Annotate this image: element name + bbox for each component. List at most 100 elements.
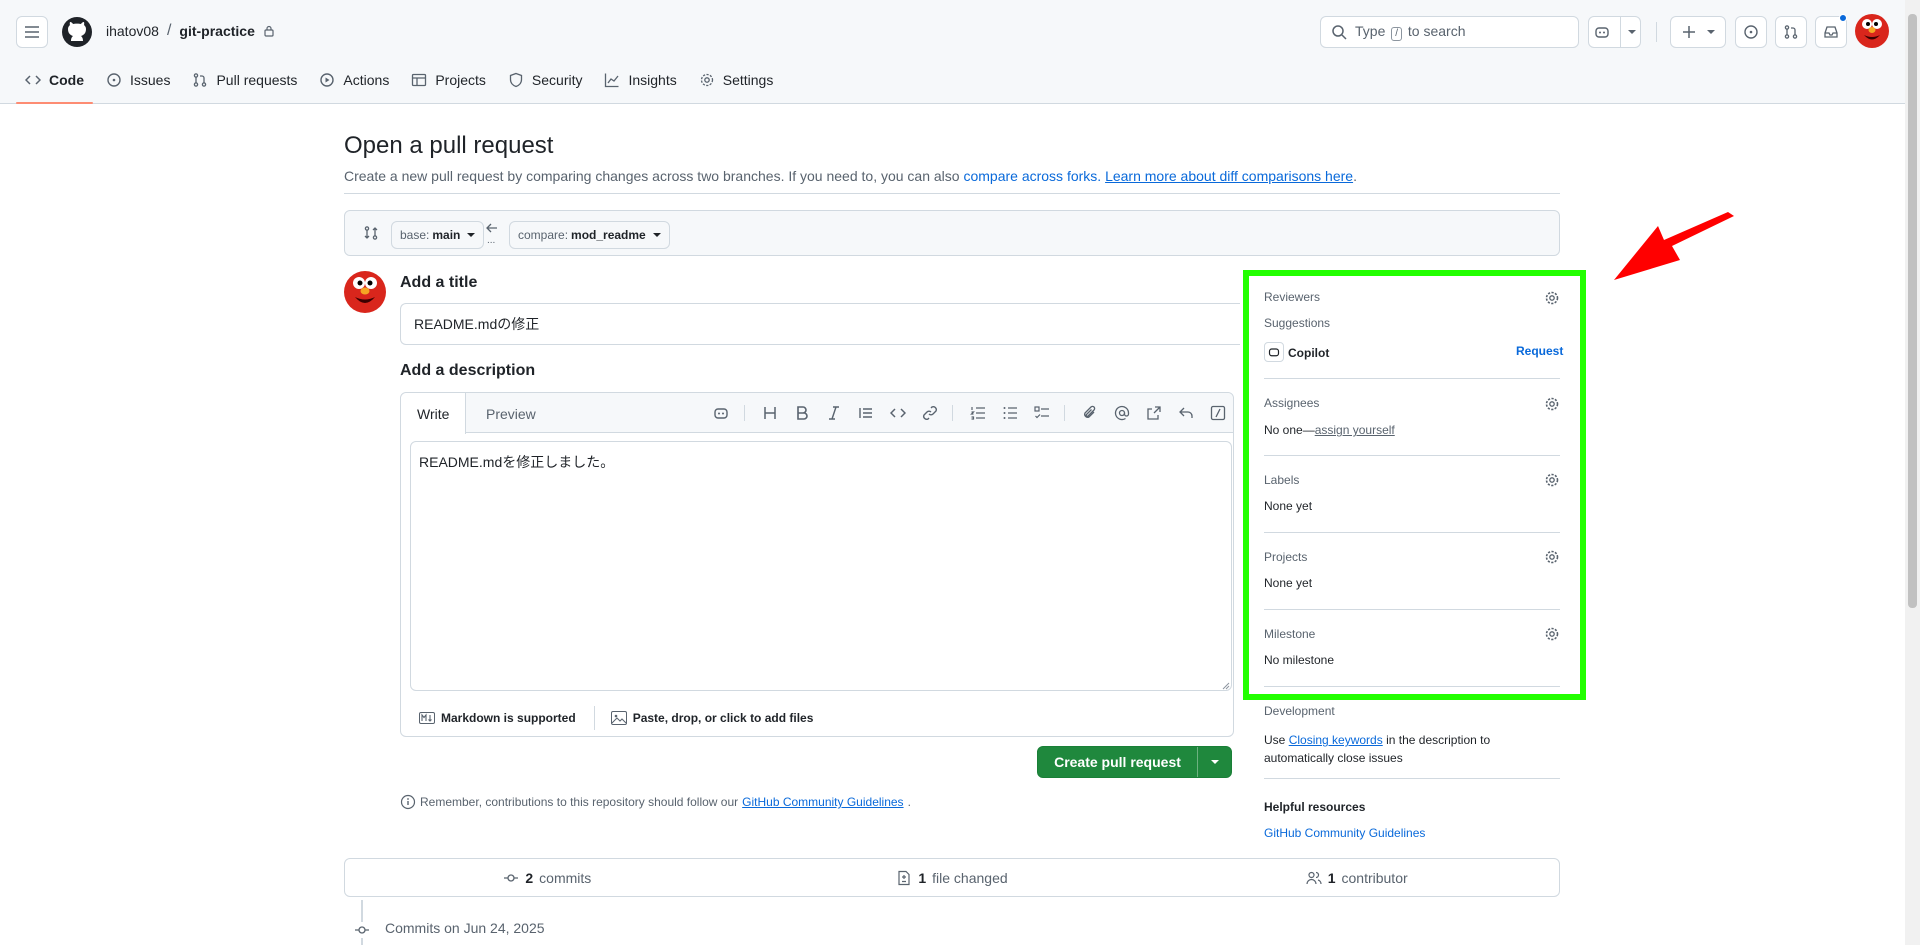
file-diff-icon [898, 870, 910, 885]
helpful-guidelines-link[interactable]: GitHub Community Guidelines [1264, 826, 1425, 840]
code-icon[interactable] [890, 405, 906, 421]
cross-reference-icon[interactable] [1146, 405, 1162, 421]
markdown-label: Markdown is supported [441, 711, 576, 725]
files-stat[interactable]: 1 file changed [750, 859, 1155, 896]
remember-text: Remember, contributions to this reposito… [420, 795, 739, 809]
markdown-supported-link[interactable]: Markdown is supported [401, 706, 595, 730]
heading-icon[interactable] [762, 405, 778, 421]
subtitle-text: Create a new pull request by comparing c… [344, 168, 960, 184]
quote-icon[interactable] [858, 405, 874, 421]
create-pr-dropdown[interactable] [1198, 747, 1231, 777]
hamburger-icon [25, 26, 39, 38]
comparison-stats-bar: 2 commits 1 file changed 1 contributor [344, 858, 1560, 897]
helpful-resources-heading: Helpful resources [1264, 800, 1366, 814]
attach-label: Paste, drop, or click to add files [632, 711, 814, 725]
page-subtitle: Create a new pull request by comparing c… [344, 168, 1357, 184]
tab-projects[interactable]: Projects [402, 64, 495, 96]
markdown-icon [419, 712, 435, 724]
search-prefix: Type [1355, 23, 1386, 39]
tasklist-icon[interactable] [1034, 405, 1050, 421]
description-editor: Write Preview README.mdを修正しました。 Markdown… [400, 392, 1234, 737]
compare-branch-select[interactable]: compare: mod_readme [509, 221, 670, 249]
copilot-icon [1594, 27, 1609, 38]
search-suffix: to search [1407, 23, 1466, 39]
compare-forks-link[interactable]: compare across forks. [963, 168, 1101, 184]
tab-label: Pull requests [216, 72, 298, 88]
italic-icon[interactable] [826, 405, 842, 421]
write-tab[interactable]: Write [401, 393, 467, 434]
tab-insights[interactable]: Insights [595, 64, 685, 96]
tab-security[interactable]: Security [499, 64, 592, 96]
closing-keywords-link[interactable]: Closing keywords [1289, 733, 1383, 747]
chevron-down-icon [1210, 760, 1219, 764]
search-input[interactable]: Type / to search [1320, 16, 1579, 48]
create-pr-main[interactable]: Create pull request [1038, 747, 1198, 777]
description-textarea[interactable]: README.mdを修正しました。 [410, 441, 1232, 691]
graph-icon [605, 73, 619, 88]
tab-label: Issues [130, 72, 171, 88]
search-icon [1332, 25, 1347, 40]
resize-handle-icon[interactable] [1222, 682, 1230, 690]
paperclip-icon[interactable] [1082, 405, 1098, 421]
tab-issues[interactable]: Issues [97, 64, 179, 96]
range-dots: ... [487, 235, 496, 246]
commits-date-heading: Commits on Jun 24, 2025 [385, 920, 545, 936]
bold-icon[interactable] [794, 405, 810, 421]
preview-tab[interactable]: Preview [470, 393, 552, 434]
repo-owner-link[interactable]: ihatov08 [106, 23, 159, 39]
tab-label: Code [49, 72, 84, 88]
copilot-icon[interactable] [713, 405, 729, 421]
reply-icon[interactable] [1178, 405, 1194, 421]
attach-files-button[interactable]: Paste, drop, or click to add files [595, 711, 830, 725]
copilot-button[interactable] [1588, 16, 1641, 48]
pull-requests-button[interactable] [1775, 16, 1807, 48]
scrollbar-thumb[interactable] [1908, 14, 1917, 608]
menu-button[interactable] [16, 16, 48, 48]
description-value: README.mdを修正しました。 [419, 454, 615, 470]
tab-settings[interactable]: Settings [690, 64, 783, 96]
pr-title-input[interactable]: README.mdの修正 [400, 303, 1240, 345]
tab-code[interactable]: Code [16, 64, 93, 104]
repo-name-link[interactable]: git-practice [179, 23, 254, 39]
link-icon[interactable] [922, 405, 938, 421]
dev-use: Use [1264, 733, 1286, 747]
page-scrollbar[interactable] [1905, 0, 1920, 945]
contributors-count: 1 [1327, 869, 1336, 886]
create-pull-request-button[interactable]: Create pull request [1037, 746, 1232, 778]
guidelines-link[interactable]: GitHub Community Guidelines [742, 795, 903, 809]
shield-icon [509, 72, 523, 88]
title-heading: Add a title [400, 274, 478, 291]
create-new-button[interactable] [1670, 16, 1726, 48]
issues-button[interactable] [1735, 16, 1767, 48]
mention-icon[interactable] [1114, 405, 1130, 421]
ordered-list-icon[interactable] [970, 405, 986, 421]
chevron-down-icon [1707, 30, 1715, 34]
commits-stat[interactable]: 2 commits [345, 859, 750, 896]
tab-pull-requests[interactable]: Pull requests [183, 64, 306, 96]
contributors-stat[interactable]: 1 contributor [1154, 859, 1559, 896]
toolbar-divider [952, 405, 953, 421]
contributors-label: contributor [1341, 869, 1408, 886]
people-icon [1306, 871, 1322, 884]
breadcrumb: ihatov08 / git-practice [106, 22, 275, 40]
slash-command-icon[interactable] [1210, 405, 1226, 421]
divider [344, 193, 1560, 194]
gear-icon [700, 73, 713, 87]
base-label: base: [400, 228, 430, 242]
tab-label: Projects [435, 72, 486, 88]
repo-header: ihatov08 / git-practice Type / to search [0, 0, 1920, 104]
unordered-list-icon[interactable] [1002, 405, 1018, 421]
info-icon [400, 794, 416, 810]
base-branch-value: main [432, 228, 461, 242]
tab-label: Insights [628, 72, 677, 88]
base-branch-select[interactable]: base: main [391, 221, 485, 249]
tab-actions[interactable]: Actions [310, 64, 398, 96]
learn-more-link[interactable]: Learn more about diff comparisons here [1105, 168, 1353, 184]
plus-icon [1683, 26, 1695, 38]
breadcrumb-separator: / [166, 22, 172, 39]
github-logo-icon[interactable] [61, 16, 93, 48]
arrow-left-icon [486, 223, 497, 233]
user-avatar[interactable] [1855, 14, 1889, 48]
description-heading: Add a description [400, 362, 536, 379]
tab-label: Actions [343, 72, 390, 88]
